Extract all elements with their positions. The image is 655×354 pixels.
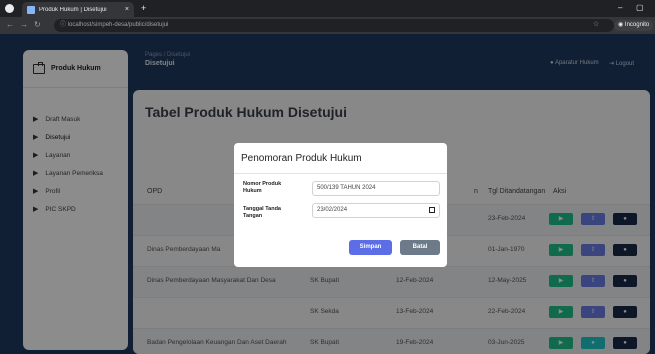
incognito-profile-button[interactable]: ◉ Incognito	[614, 20, 654, 31]
save-button[interactable]: Simpan	[349, 240, 392, 255]
back-icon[interactable]: ←	[6, 20, 14, 29]
reload-icon[interactable]: ↻	[34, 20, 41, 29]
address-bar: ← → ↻ ⓘ localhost/simpeh-desa/public/dis…	[0, 17, 655, 34]
new-tab-icon[interactable]: +	[141, 3, 146, 13]
incognito-icon: ◉	[618, 22, 625, 28]
tab-search-icon[interactable]	[5, 4, 14, 13]
url-text: localhost/simpeh-desa/public/disetujui	[67, 22, 169, 28]
calendar-icon[interactable]	[429, 207, 435, 213]
modal-title: Penomoran Produk Hukum	[241, 153, 362, 164]
nomor-label: Nomor Produk Hukum	[243, 181, 282, 194]
restore-icon[interactable]: ▢	[636, 3, 644, 12]
bookmark-star-icon[interactable]: ☆	[593, 20, 599, 28]
forward-icon[interactable]: →	[20, 20, 28, 29]
browser-tab-bar: Produk Hukum | Disetujui × + – ▢	[0, 0, 655, 17]
browser-tab[interactable]: Produk Hukum | Disetujui ×	[22, 2, 134, 17]
cancel-button[interactable]: Batal	[400, 240, 440, 255]
url-input[interactable]: ⓘ localhost/simpeh-desa/public/disetujui	[54, 19, 614, 32]
tanggal-value: 23/02/2024	[317, 207, 348, 213]
minimize-icon[interactable]: –	[618, 3, 622, 12]
favicon-icon	[27, 5, 35, 14]
modal-divider	[234, 173, 447, 174]
tanggal-label: Tanggal Tanda Tangan	[243, 206, 281, 219]
tab-title: Produk Hukum | Disetujui	[39, 6, 107, 13]
tab-close-icon[interactable]: ×	[125, 6, 129, 13]
site-info-icon[interactable]: ⓘ	[60, 22, 68, 28]
penomoran-modal: Penomoran Produk Hukum Nomor Produk Huku…	[234, 143, 447, 267]
tanggal-tanda-tangan-input[interactable]: 23/02/2024	[312, 203, 440, 218]
profile-label: Incognito	[624, 22, 650, 28]
nomor-produk-input[interactable]: 500/139 TAHUN 2024	[312, 181, 440, 196]
